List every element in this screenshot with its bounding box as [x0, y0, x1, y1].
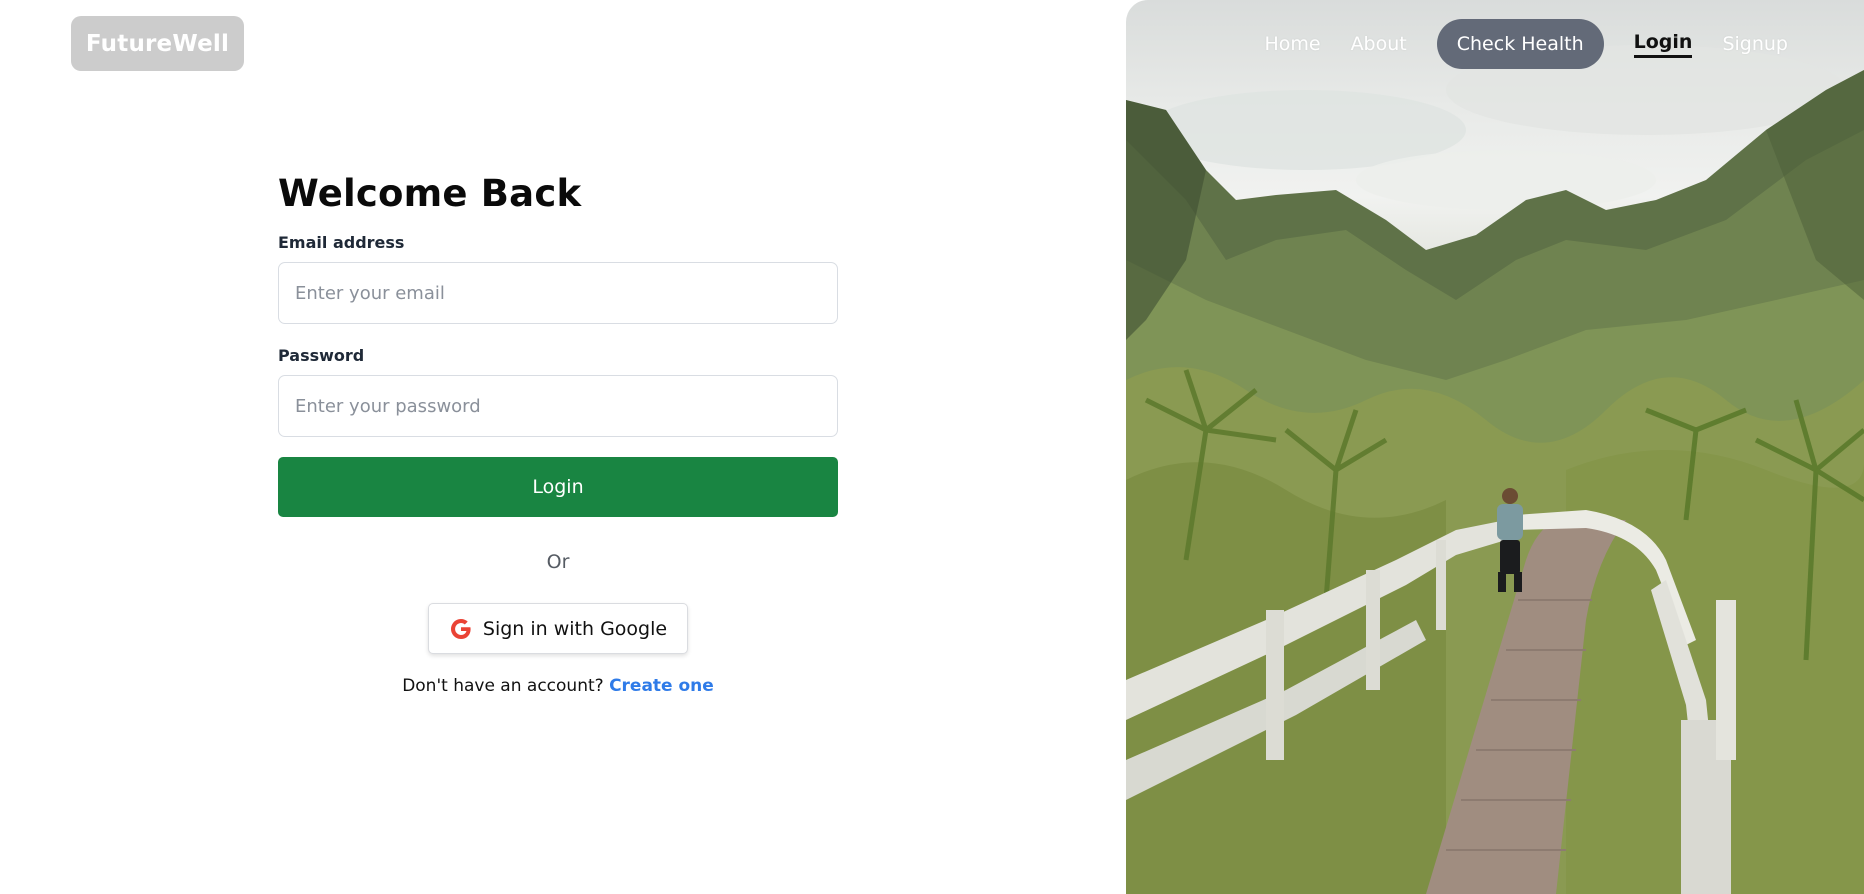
- password-field-group: Password: [278, 346, 838, 437]
- email-input[interactable]: [278, 262, 838, 324]
- email-label: Email address: [278, 233, 405, 252]
- google-signin-label: Sign in with Google: [482, 617, 668, 640]
- brand-logo[interactable]: FutureWell: [71, 16, 244, 71]
- signup-prompt-text: Don't have an account?: [402, 676, 604, 696]
- google-signin-wrapper: Sign in with Google: [278, 603, 838, 654]
- login-button[interactable]: Login: [278, 457, 838, 517]
- hero-scenery: [1126, 45, 1864, 894]
- google-signin-button[interactable]: Sign in with Google: [427, 603, 689, 654]
- login-form: Welcome Back Email address Password Logi…: [278, 172, 838, 696]
- nav-home-link[interactable]: Home: [1249, 33, 1335, 55]
- brand-name: FutureWell: [85, 30, 230, 57]
- or-divider: Or: [546, 551, 570, 573]
- password-input[interactable]: [278, 375, 838, 437]
- nav-check-health-button[interactable]: Check Health: [1436, 19, 1604, 69]
- page-title: Welcome Back: [278, 172, 582, 215]
- login-page: FutureWell Home About Check Health Login…: [0, 0, 1864, 894]
- nav-login-link[interactable]: Login: [1633, 31, 1693, 58]
- google-g-icon: [449, 617, 473, 641]
- nav-about-link[interactable]: About: [1336, 33, 1422, 55]
- top-nav: Home About Check Health Login Signup: [1249, 19, 1803, 69]
- signup-prompt-line: Don't have an account? Create one: [278, 676, 838, 696]
- password-label: Password: [278, 346, 365, 365]
- email-field-group: Email address: [278, 233, 838, 324]
- nav-signup-link[interactable]: Signup: [1707, 33, 1803, 55]
- hero-image: [1126, 0, 1864, 894]
- create-account-link[interactable]: Create one: [609, 676, 714, 696]
